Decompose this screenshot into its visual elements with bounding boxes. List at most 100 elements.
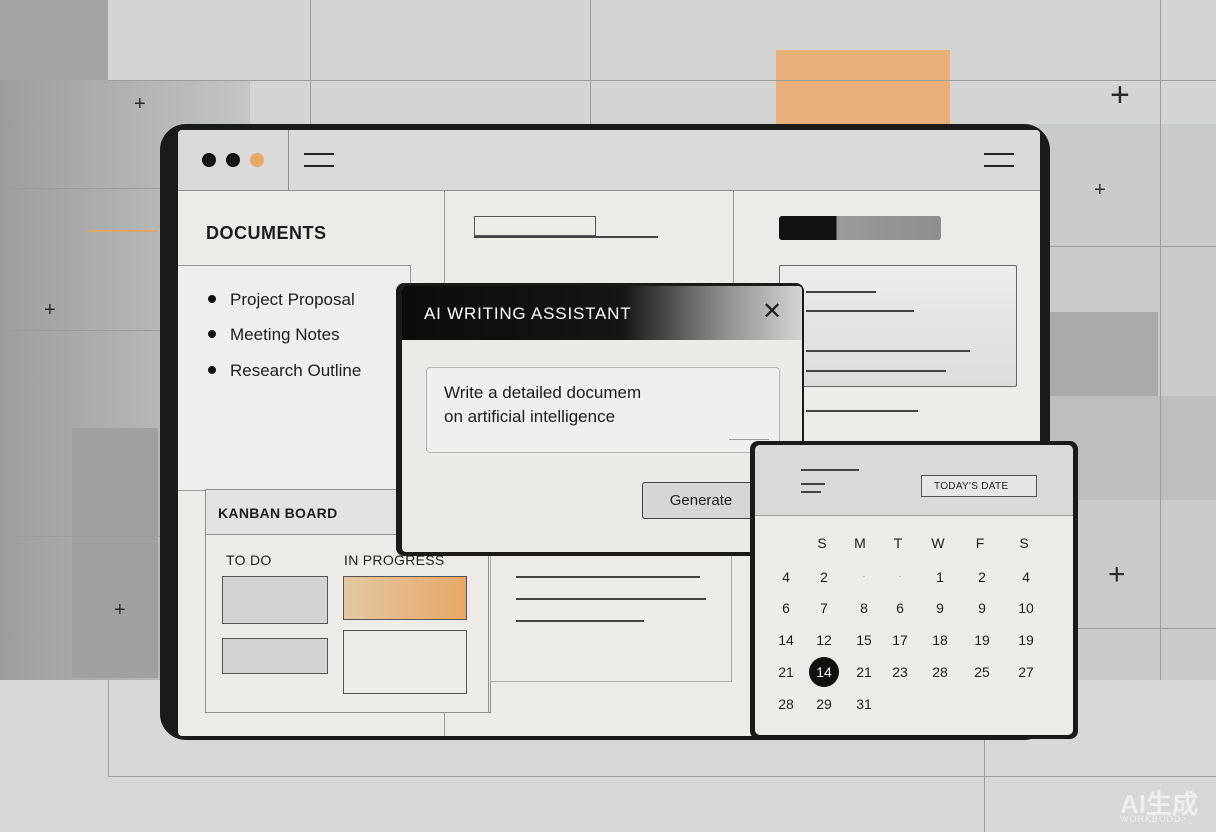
background-block: [1050, 312, 1158, 396]
grid-line: [108, 80, 1216, 81]
calendar-day[interactable]: 9: [967, 593, 997, 623]
calendar-day[interactable]: 6: [885, 593, 915, 623]
prompt-input[interactable]: Write a detailed documem on artificial i…: [426, 367, 780, 453]
window-minimize-dot[interactable]: [226, 153, 240, 167]
calendar-day[interactable]: 21: [771, 657, 801, 687]
weekday-label: W: [931, 535, 945, 551]
calendar-day[interactable]: 17: [885, 625, 915, 655]
plus-icon: +: [44, 299, 56, 321]
calendar-day[interactable]: 6: [771, 593, 801, 623]
progress-bar: [779, 216, 941, 240]
calendar-day[interactable]: 29: [809, 689, 839, 719]
calendar-day[interactable]: 9: [925, 593, 955, 623]
document-item-label: Project Proposal: [230, 290, 355, 309]
resize-handle[interactable]: [729, 439, 769, 440]
calendar-day[interactable]: 18: [925, 625, 955, 655]
menu-icon[interactable]: [984, 153, 1014, 167]
prompt-text-line: Write a detailed documem: [444, 383, 642, 402]
grid-line: [0, 188, 160, 189]
kanban-column-todo: TO DO: [226, 552, 272, 568]
calendar-day[interactable]: 21: [849, 657, 879, 687]
weekday-label: T: [893, 535, 903, 551]
sidebar-title: DOCUMENTS: [206, 223, 327, 243]
placeholder-line: [806, 350, 970, 352]
calendar-day[interactable]: 4: [1011, 562, 1041, 592]
weekday-label: S: [817, 535, 827, 551]
divider: [288, 130, 289, 190]
placeholder-line: [806, 291, 876, 293]
calendar-header: TODAY'S DATE: [755, 445, 1073, 516]
calendar-day[interactable]: 23: [885, 657, 915, 687]
title-bar: [178, 130, 1040, 191]
calendar-day[interactable]: 2: [967, 562, 997, 592]
bullet-icon: [208, 294, 216, 303]
calendar-day[interactable]: 10: [1011, 593, 1041, 623]
calendar-day[interactable]: 12: [809, 625, 839, 655]
kanban-card[interactable]: [222, 576, 328, 624]
window-zoom-dot[interactable]: [250, 153, 264, 167]
document-item-label: Meeting Notes: [230, 325, 340, 344]
placeholder-line: [474, 236, 658, 238]
calendar-day[interactable]: 7: [809, 593, 839, 623]
accent-line: [88, 230, 158, 232]
calendar-day[interactable]: 8: [849, 593, 879, 623]
grid-line: [0, 330, 160, 331]
calendar-day[interactable]: 19: [967, 625, 997, 655]
calendar-day[interactable]: 2: [809, 562, 839, 592]
grid-line: [590, 0, 591, 124]
grid-line: [1050, 246, 1216, 247]
plus-icon: +: [1094, 179, 1106, 201]
plus-icon: +: [1110, 76, 1130, 114]
calendar-widget: TODAY'S DATE S M T W F S 4 2 · · 1 2 4 6 7 8 6 9 9 10 14 12 15…: [755, 445, 1073, 735]
ai-writing-dialog: AI WRITING ASSISTANT ✕ Write a detailed …: [402, 286, 802, 552]
calendar-day[interactable]: ·: [849, 562, 879, 592]
calendar-day[interactable]: 25: [967, 657, 997, 687]
calendar-day[interactable]: 14: [771, 625, 801, 655]
placeholder-line: [806, 310, 914, 312]
weekday-label: F: [975, 535, 985, 551]
calendar-day[interactable]: 4: [771, 562, 801, 592]
divider: [488, 534, 489, 712]
bullet-icon: [208, 329, 216, 338]
document-item[interactable]: Project Proposal: [208, 290, 355, 310]
bullet-icon: [208, 365, 216, 374]
close-icon[interactable]: ✕: [762, 298, 782, 326]
calendar-day[interactable]: ·: [885, 562, 915, 592]
content-card: [490, 555, 732, 682]
calendar-day[interactable]: 19: [1011, 625, 1041, 655]
kanban-card[interactable]: [222, 638, 328, 674]
grid-line: [0, 536, 160, 537]
calendar-day-selected[interactable]: 14: [809, 657, 839, 687]
dialog-header: AI WRITING ASSISTANT ✕: [402, 286, 802, 340]
grid-line: [108, 680, 109, 776]
calendar-day[interactable]: 27: [1011, 657, 1041, 687]
placeholder-line: [806, 370, 946, 372]
placeholder-line: [801, 491, 821, 493]
document-item[interactable]: Meeting Notes: [208, 325, 340, 345]
background-top: [108, 0, 1216, 124]
plus-icon: +: [1108, 558, 1126, 591]
kanban-title: KANBAN BOARD: [218, 505, 338, 521]
weekday-label: M: [854, 535, 866, 551]
menu-icon[interactable]: [304, 153, 334, 167]
calendar-day[interactable]: 28: [925, 657, 955, 687]
kanban-card-active[interactable]: [343, 576, 467, 620]
window-close-dot[interactable]: [202, 153, 216, 167]
calendar-day[interactable]: 31: [849, 689, 879, 719]
document-item[interactable]: Research Outline: [208, 361, 361, 381]
calendar-day[interactable]: 15: [849, 625, 879, 655]
placeholder-line: [806, 410, 918, 412]
calendar-day[interactable]: 1: [925, 562, 955, 592]
plus-icon: +: [134, 93, 146, 115]
document-item-label: Research Outline: [230, 361, 362, 380]
content-card: [779, 265, 1017, 387]
accent-block: [776, 50, 950, 124]
prompt-text-line: on artificial intelligence: [444, 407, 616, 426]
calendar-day[interactable]: 28: [771, 689, 801, 719]
today-date-button[interactable]: TODAY'S DATE: [921, 475, 1037, 497]
grid-line: [1160, 0, 1161, 680]
dialog-title: AI WRITING ASSISTANT: [424, 304, 632, 323]
text-field-placeholder[interactable]: [474, 216, 596, 236]
generate-button[interactable]: Generate: [642, 482, 760, 519]
kanban-card[interactable]: [343, 630, 467, 694]
